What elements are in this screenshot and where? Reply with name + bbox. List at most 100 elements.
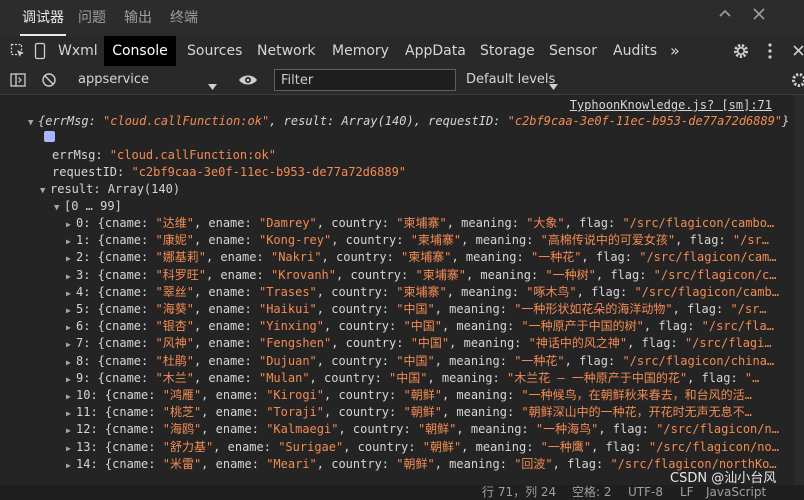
- row-text: , meaning:: [461, 439, 541, 454]
- collapse-arrow-icon[interactable]: ▼: [28, 115, 38, 130]
- table-row[interactable]: ▶ 10: {cname: "鸿雁", ename: "Kirogi", coun…: [66, 387, 804, 404]
- log-levels-dropdown[interactable]: Default levels: [466, 70, 566, 90]
- expand-arrow-icon[interactable]: ▶: [66, 422, 76, 438]
- tab-debugger[interactable]: 调试器: [20, 0, 66, 36]
- more-options-icon[interactable]: [767, 42, 773, 64]
- expand-arrow-icon[interactable]: ▶: [66, 457, 76, 473]
- row-text: {cname:: [90, 267, 156, 282]
- tab-appdata[interactable]: AppData: [405, 36, 466, 66]
- row-country: "柬埔寨": [410, 233, 462, 248]
- row-flag: "/src/flagicon/cam…: [639, 250, 777, 265]
- line-ending[interactable]: LF: [680, 485, 694, 500]
- encoding[interactable]: UTF-8: [628, 485, 663, 500]
- maximize-icon[interactable]: [718, 6, 732, 25]
- row-country: "朝鲜": [417, 422, 457, 437]
- row-index: 7:: [76, 336, 91, 351]
- row-text: , meaning:: [427, 370, 507, 385]
- tab-problems[interactable]: 问题: [78, 0, 106, 34]
- row-text: , meaning:: [441, 405, 522, 420]
- expand-arrow-icon[interactable]: ▶: [66, 336, 76, 352]
- row-country: "中国": [396, 302, 435, 316]
- expand-arrow-icon[interactable]: ▶: [66, 285, 76, 301]
- tab-audits[interactable]: Audits: [613, 36, 657, 66]
- tab-wxml[interactable]: Wxml: [58, 36, 98, 66]
- table-row[interactable]: ▶ 4: {cname: "翠丝", ename: "Trases", count…: [66, 284, 804, 301]
- row-text: , country:: [316, 302, 397, 316]
- device-toggle-icon[interactable]: [34, 42, 46, 64]
- row-cname: "木兰": [155, 370, 194, 385]
- row-country: "柬埔寨": [415, 267, 466, 282]
- table-row[interactable]: ▶ 2: {cname: "娜基莉", ename: "Nakri", count…: [66, 249, 804, 266]
- row-meaning: "朝鲜深山中的一种花，开花时无声无息不…: [521, 405, 752, 420]
- expand-arrow-icon[interactable]: ▶: [66, 354, 76, 370]
- row-meaning: "一种树": [545, 267, 596, 282]
- context-selector[interactable]: appservice: [66, 70, 226, 90]
- range-group[interactable]: ▼ [0 … 99]: [54, 198, 804, 215]
- inspect-element-icon[interactable]: [10, 43, 26, 63]
- table-row[interactable]: ▶ 12: {cname: "海鸥", ename: "Kalmaegi", co…: [66, 421, 804, 438]
- tab-sources[interactable]: Sources: [187, 36, 242, 66]
- tab-output[interactable]: 输出: [124, 0, 152, 34]
- collapse-arrow-icon[interactable]: ▼: [54, 200, 64, 215]
- row-cname: "舒力基": [162, 439, 214, 454]
- row-flag: "/src/flagicon/n…: [656, 422, 779, 437]
- table-row[interactable]: ▶ 8: {cname: "杜鹃", ename: "Dujuan", count…: [66, 353, 804, 370]
- result-property[interactable]: ▼ result: Array(140): [40, 181, 804, 198]
- collapse-arrow-icon[interactable]: ▼: [40, 183, 50, 198]
- live-expression-eye-icon[interactable]: [238, 72, 258, 92]
- language-mode[interactable]: JavaScript: [706, 485, 766, 500]
- row-text: , country:: [309, 370, 390, 385]
- clear-console-icon[interactable]: [41, 72, 57, 92]
- row-country: "柬埔寨": [401, 250, 452, 265]
- row-text: , flag:: [595, 267, 654, 282]
- settings-gear-icon[interactable]: [732, 42, 750, 64]
- console-settings-gear-icon[interactable]: [790, 71, 804, 93]
- expand-arrow-icon[interactable]: ▶: [66, 319, 76, 335]
- row-ename: "Mulan": [258, 370, 310, 385]
- table-row[interactable]: ▶ 7: {cname: "风神", ename: "Fengshen", cou…: [66, 335, 804, 352]
- expand-arrow-icon[interactable]: ▶: [66, 250, 76, 266]
- table-row[interactable]: ▶ 6: {cname: "银杏", ename: "Yinxing", coun…: [66, 318, 804, 335]
- row-text: , meaning:: [456, 422, 536, 437]
- tab-network[interactable]: Network: [257, 36, 315, 66]
- indentation[interactable]: 空格: 2: [572, 485, 612, 500]
- tab-sensor[interactable]: Sensor: [549, 36, 597, 66]
- info-badge-icon[interactable]: [44, 131, 55, 142]
- tab-terminal[interactable]: 终端: [170, 0, 198, 34]
- close-devtools-icon[interactable]: [793, 42, 804, 64]
- log-summary-line[interactable]: ▼ {errMsg: "cloud.callFunction:ok", resul…: [28, 113, 804, 130]
- row-text: , meaning:: [451, 250, 531, 265]
- table-row[interactable]: ▶ 9: {cname: "木兰", ename: "Mulan", countr…: [66, 370, 804, 387]
- expand-arrow-icon[interactable]: ▶: [66, 405, 76, 421]
- console-scrollbar[interactable]: [794, 95, 804, 485]
- expand-arrow-icon[interactable]: ▶: [66, 371, 76, 387]
- expand-arrow-icon[interactable]: ▶: [66, 302, 76, 318]
- context-selector-label: appservice: [78, 72, 150, 87]
- row-cname: "风神": [155, 336, 194, 351]
- table-row[interactable]: ▶ 3: {cname: "科罗旺", ename: "Krovanh", cou…: [66, 267, 804, 284]
- expand-arrow-icon[interactable]: ▶: [66, 440, 76, 456]
- more-tabs-button[interactable]: »: [670, 36, 680, 66]
- filter-input[interactable]: [274, 69, 456, 91]
- expand-arrow-icon[interactable]: ▶: [66, 388, 76, 404]
- source-link[interactable]: TyphoonKnowledge.js? [sm]:71: [570, 98, 772, 112]
- tab-memory[interactable]: Memory: [332, 36, 389, 66]
- expand-arrow-icon[interactable]: ▶: [66, 216, 76, 232]
- table-row[interactable]: ▶ 13: {cname: "舒力基", ename: "Surigae", co…: [66, 439, 804, 456]
- table-row[interactable]: ▶ 0: {cname: "达维", ename: "Damrey", count…: [66, 215, 804, 232]
- expand-arrow-icon[interactable]: ▶: [66, 233, 76, 249]
- row-text: , flag:: [672, 302, 731, 316]
- row-ename: "Fengshen": [258, 336, 332, 351]
- sidebar-toggle-icon[interactable]: [10, 72, 26, 92]
- row-flag: "/src/flagicon/northKo…: [610, 456, 777, 471]
- table-row[interactable]: ▶ 1: {cname: "康妮", ename: "Kong-rey", cou…: [66, 232, 804, 249]
- log-levels-label: Default levels: [466, 72, 556, 87]
- table-row[interactable]: ▶ 11: {cname: "桃芝", ename: "Toraji", coun…: [66, 404, 804, 421]
- cursor-position[interactable]: 行 71，列 24: [482, 485, 556, 500]
- row-cname: "海葵": [155, 302, 194, 316]
- table-row[interactable]: ▶ 5: {cname: "海葵", ename: "Haikui", count…: [66, 301, 804, 318]
- close-icon[interactable]: [752, 6, 766, 25]
- tab-console[interactable]: Console: [104, 36, 176, 66]
- tab-storage[interactable]: Storage: [480, 36, 535, 66]
- expand-arrow-icon[interactable]: ▶: [66, 268, 76, 284]
